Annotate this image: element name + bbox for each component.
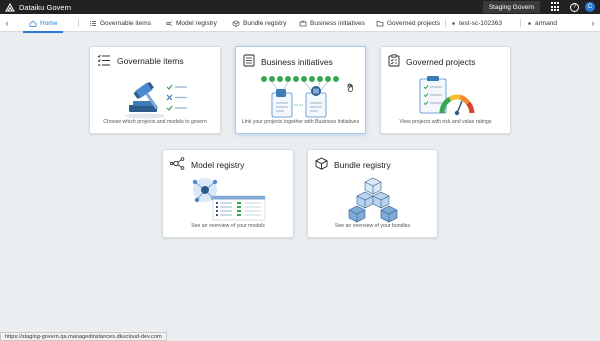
- model-icon: [165, 20, 173, 27]
- help-icon[interactable]: ?: [570, 2, 579, 12]
- card-description: See an overview of your bundles: [334, 223, 411, 229]
- tab-bar: ‹ Home Governable items Model registry B…: [0, 14, 600, 33]
- gavel-illustration: [90, 73, 220, 121]
- cube-icon: [315, 157, 328, 172]
- tab-label: Governed projects: [387, 19, 441, 27]
- card-description: See an overview of your models: [191, 223, 265, 229]
- checklist-icon: [97, 54, 111, 68]
- card-title: Business initiatives: [261, 56, 333, 67]
- tab-label: test-sc-102363: [459, 19, 502, 27]
- card-model-registry[interactable]: Model registry See an overview of your m…: [162, 149, 294, 238]
- top-bar: Dataiku Govern Staging Govern ? C: [0, 0, 600, 14]
- initiatives-illustration: [236, 73, 365, 121]
- risk-gauge-illustration: [381, 73, 510, 121]
- app-title: Dataiku Govern: [19, 2, 72, 12]
- card-title: Model registry: [191, 159, 245, 170]
- briefcase-icon: [299, 20, 307, 27]
- tab-label: Model registry: [176, 19, 217, 27]
- cube-icon: [232, 19, 240, 27]
- card-title: Governable items: [117, 56, 184, 66]
- tab-label: Home: [40, 19, 58, 27]
- tab-test-sc-102363[interactable]: test-sc-102363: [451, 14, 502, 32]
- card-bundle-registry[interactable]: Bundle registry See an overview of your …: [307, 149, 438, 238]
- briefcase-icon: [243, 54, 255, 69]
- mouse-pointer-icon: [347, 83, 356, 95]
- status-bar-url: https://staging-govern.qa.managedinstanc…: [0, 332, 167, 341]
- tab-label: Governable items: [100, 19, 151, 27]
- avatar[interactable]: C: [585, 2, 595, 12]
- scroll-right-icon[interactable]: ›: [586, 14, 600, 32]
- card-title: Governed projects: [406, 56, 476, 67]
- tab-governed-projects[interactable]: Governed projects: [376, 14, 440, 32]
- tab-label: Bundle registry: [243, 19, 287, 27]
- card-title: Bundle registry: [334, 159, 391, 170]
- tab-home[interactable]: Home: [23, 14, 64, 33]
- tab-divider: [445, 19, 446, 27]
- card-description: View projects with risk and value rating…: [399, 119, 492, 125]
- cubes-illustration: [308, 176, 437, 224]
- dot-icon: [451, 21, 456, 26]
- clipboard-icon: [388, 54, 400, 69]
- card-governable-items[interactable]: Governable items Choose which projects a…: [89, 46, 221, 134]
- tab-governable-items[interactable]: Governable items: [89, 14, 151, 32]
- card-governed-projects[interactable]: Governed projects View projects with ris…: [380, 46, 511, 134]
- home-icon: [29, 19, 37, 27]
- tab-model-registry[interactable]: Model registry: [165, 14, 217, 32]
- apps-grid-icon[interactable]: [551, 2, 561, 12]
- dataiku-logo[interactable]: Dataiku Govern: [5, 2, 72, 12]
- environment-badge[interactable]: Staging Govern: [482, 1, 540, 13]
- tab-divider: [78, 19, 79, 27]
- tab-label: Business initiatives: [310, 19, 365, 27]
- card-description: Link your projects together with Busines…: [241, 119, 360, 125]
- scroll-left-icon[interactable]: ‹: [0, 14, 14, 32]
- tab-bundle-registry[interactable]: Bundle registry: [232, 14, 286, 32]
- card-description: Choose which projects and models to gove…: [103, 119, 207, 125]
- model-network-illustration: [163, 176, 293, 224]
- folder-icon: [376, 20, 384, 27]
- model-icon: [169, 157, 185, 172]
- tab-label: armand: [535, 19, 558, 27]
- dot-icon: [527, 21, 532, 26]
- checklist-icon: [89, 20, 97, 27]
- tab-armand[interactable]: armand: [527, 14, 557, 32]
- tab-business-initiatives[interactable]: Business initiatives: [299, 14, 365, 32]
- tab-divider: [520, 19, 521, 27]
